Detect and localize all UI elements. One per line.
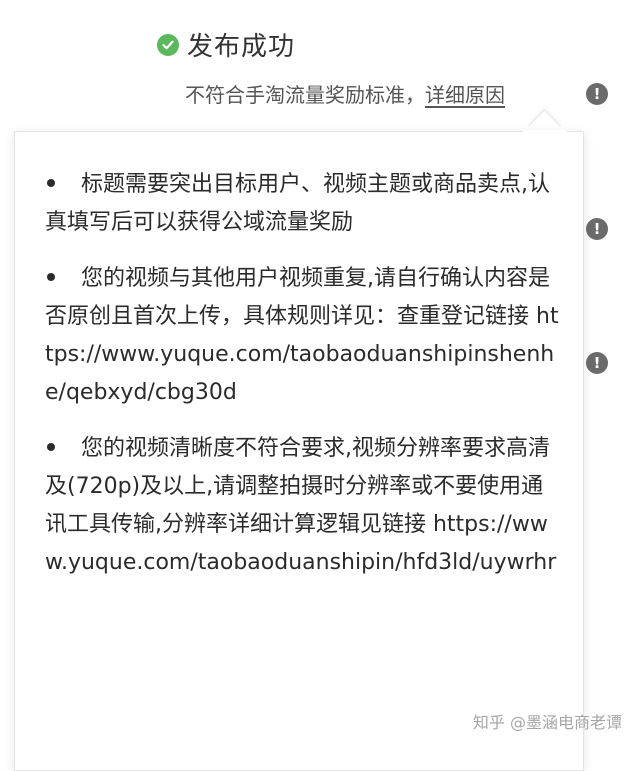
reward-notice: 不符合手淘流量奖励标准， 详细原因	[185, 79, 505, 108]
publish-status: 发布成功	[157, 26, 295, 63]
alert-circle-icon[interactable]: !	[586, 218, 608, 240]
reward-notice-text: 不符合手淘流量奖励标准，	[185, 83, 425, 107]
bullet	[45, 260, 81, 298]
reason-text: 您的视频清晰度不符合要求,视频分辨率要求高清及(720p)及以上,请调整拍摄时分…	[45, 436, 557, 575]
list-item: 您的视频与其他用户视频重复,请自行确认内容是否原创且首次上传，具体规则详见：查重…	[45, 260, 565, 412]
reason-popover: 标题需要突出目标用户、视频主题或商品卖点,认真填写后可以获得公域流量奖励 您的视…	[14, 131, 584, 771]
bullet	[45, 166, 81, 204]
publish-status-title: 发布成功	[187, 32, 296, 62]
detail-reason-link[interactable]: 详细原因	[425, 79, 505, 108]
alert-circle-icon[interactable]: !	[586, 83, 608, 105]
alert-circle-icon[interactable]: !	[586, 352, 608, 374]
reason-text: 您的视频与其他用户视频重复,请自行确认内容是否原创且首次上传，具体规则详见：查重…	[45, 266, 559, 405]
check-circle-icon	[157, 33, 179, 56]
popover-arrow-cover	[523, 130, 567, 144]
bullet	[45, 430, 81, 468]
list-item: 您的视频清晰度不符合要求,视频分辨率要求高清及(720p)及以上,请调整拍摄时分…	[45, 430, 565, 582]
reason-text: 标题需要突出目标用户、视频主题或商品卖点,认真填写后可以获得公域流量奖励	[45, 172, 550, 235]
list-item: 标题需要突出目标用户、视频主题或商品卖点,认真填写后可以获得公域流量奖励	[45, 166, 565, 242]
reason-list: 标题需要突出目标用户、视频主题或商品卖点,认真填写后可以获得公域流量奖励 您的视…	[45, 166, 565, 600]
watermark: 知乎 @墨涵电商老谭	[472, 713, 622, 732]
